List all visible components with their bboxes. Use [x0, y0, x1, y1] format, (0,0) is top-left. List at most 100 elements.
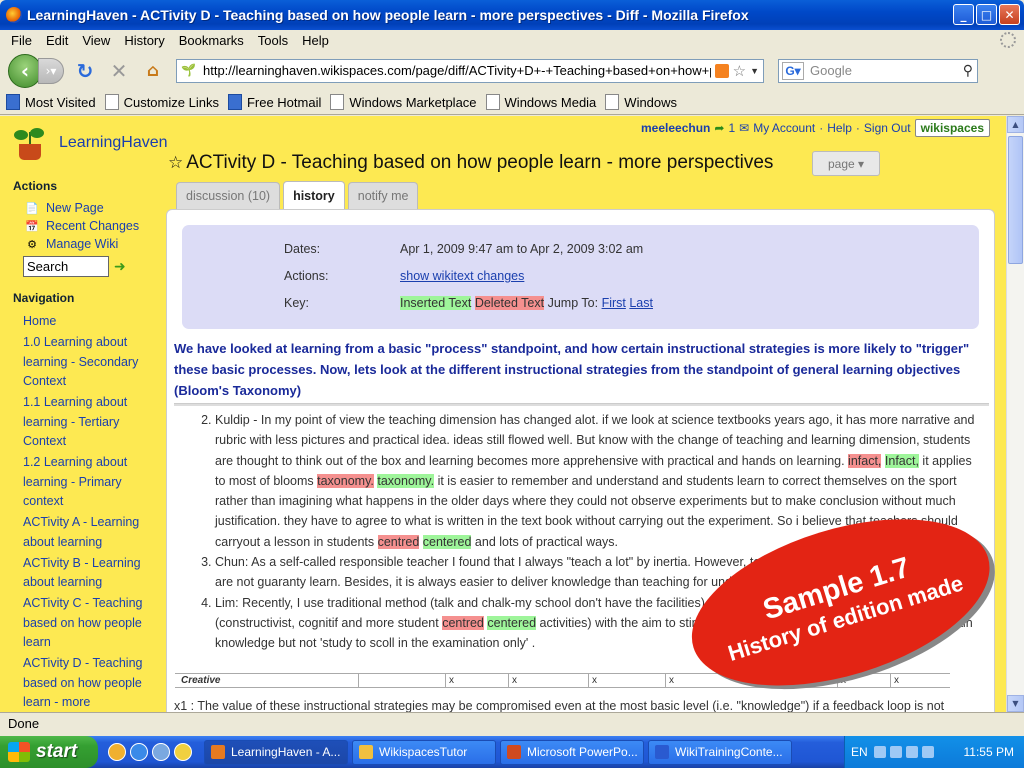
gear-icon: ⚙ [27, 238, 37, 251]
bookmark-most-visited[interactable]: Most Visited [6, 94, 96, 110]
search-go-arrow-icon[interactable]: ➜ [114, 259, 126, 275]
reload-icon[interactable]: ↻ [72, 58, 98, 84]
rss-feed-icon[interactable] [714, 63, 729, 78]
manage-wiki-link[interactable]: Manage Wiki [46, 237, 118, 251]
page-title: ☆ ACTivity D - Teaching based on how peo… [168, 152, 774, 173]
bookmark-free-hotmail[interactable]: Free Hotmail [227, 94, 321, 110]
sidebar-search-input[interactable]: Search [23, 256, 109, 277]
nav-item-activity-c[interactable]: ACTivity C - Teaching based on how peopl… [19, 594, 159, 653]
menu-bookmarks[interactable]: Bookmarks [172, 33, 251, 48]
tab-discussion[interactable]: discussion (10) [176, 182, 281, 209]
menu-file[interactable]: File [4, 33, 39, 48]
language-indicator[interactable]: EN [851, 745, 868, 759]
actions-label: Actions: [284, 269, 329, 283]
task-wikitraining[interactable]: WikiTrainingConte... [648, 739, 792, 765]
ie-icon[interactable] [130, 743, 148, 761]
wikispaces-badge[interactable]: wikispaces [914, 119, 990, 137]
bookmark-customize-links[interactable]: Customize Links [104, 94, 219, 110]
bookmark-windows[interactable]: Windows [605, 94, 677, 110]
desktop-icon[interactable] [152, 743, 170, 761]
scroll-down-arrow-icon[interactable]: ▼ [1007, 695, 1024, 712]
menu-edit[interactable]: Edit [39, 33, 75, 48]
menu-history[interactable]: History [117, 33, 171, 48]
home-icon[interactable]: ⌂ [140, 58, 166, 84]
scroll-up-arrow-icon[interactable]: ▲ [1007, 116, 1024, 133]
task-wikispacestutor[interactable]: WikispacesTutor [352, 739, 496, 765]
google-engine-icon[interactable]: G▾ [782, 61, 804, 80]
tab-history[interactable]: history [283, 181, 345, 210]
mail-icon[interactable]: ✉ [739, 121, 749, 135]
nav-item-1-0[interactable]: 1.0 Learning about learning - Secondary … [19, 333, 159, 392]
url-bar[interactable]: 🌱 http://learninghaven.wikispaces.com/pa… [176, 58, 764, 83]
tray-icon[interactable] [905, 746, 918, 758]
nav-item-1-1[interactable]: 1.1 Learning about learning - Tertiary C… [19, 393, 159, 452]
jump-last-link[interactable]: Last [629, 296, 653, 310]
tab-notify-me[interactable]: notify me [347, 182, 419, 209]
tray-icon[interactable] [889, 746, 902, 758]
page-icon [485, 94, 500, 110]
username-link[interactable]: meeleechun [641, 121, 710, 135]
deleted-text: centred [442, 615, 484, 630]
deleted-text: infact, [848, 453, 882, 468]
jump-first-link[interactable]: First [602, 296, 626, 310]
task-powerpoint[interactable]: Microsoft PowerPo... [500, 739, 644, 765]
url-text[interactable]: http://learninghaven.wikispaces.com/page… [203, 63, 711, 78]
scrollbar-thumb[interactable] [1008, 136, 1023, 264]
site-name[interactable]: LearningHaven [59, 134, 168, 152]
nav-item-activity-d[interactable]: ACTivity D - Teaching based on how peopl… [19, 654, 159, 712]
show-wikitext-changes-link[interactable]: show wikitext changes [400, 269, 524, 283]
my-account-link[interactable]: My Account [753, 121, 815, 135]
magnifier-icon[interactable]: ⚲ [963, 62, 973, 79]
message-count[interactable]: 1 [728, 121, 735, 135]
maximize-button[interactable]: □ [976, 4, 997, 25]
windows-taskbar: start LearningHaven - A... WikispacesTut… [0, 736, 1024, 768]
status-text: Done [8, 716, 40, 731]
start-button[interactable]: start [0, 736, 98, 768]
new-page-link[interactable]: New Page [46, 201, 104, 215]
recent-changes-link[interactable]: Recent Changes [46, 219, 139, 233]
menu-tools[interactable]: Tools [251, 33, 295, 48]
favorite-star-icon[interactable]: ☆ [168, 153, 183, 173]
nav-item-1-2[interactable]: 1.2 Learning about learning - Primary co… [19, 453, 159, 512]
search-placeholder[interactable]: Google [810, 63, 852, 78]
url-dropdown-icon[interactable]: ▼ [750, 66, 759, 76]
chrome-icon[interactable] [108, 743, 126, 761]
windows-flag-icon [8, 742, 30, 762]
nav-item-activity-a[interactable]: ACTivity A - Learning about learning [19, 513, 159, 552]
key-label: Key: [284, 296, 310, 310]
menu-help[interactable]: Help [295, 33, 336, 48]
msn-icon [227, 94, 242, 110]
tray-icon[interactable] [873, 746, 886, 758]
back-arrow-icon: ‹ [20, 58, 30, 83]
bookmark-windows-media[interactable]: Windows Media [485, 94, 596, 110]
forward-button[interactable]: ›▾ [38, 57, 64, 84]
menu-view[interactable]: View [75, 33, 117, 48]
bookmark-windows-marketplace[interactable]: Windows Marketplace [330, 94, 477, 110]
stop-icon[interactable]: ✕ [106, 58, 132, 84]
sign-out-link[interactable]: Sign Out [864, 121, 911, 135]
window-title-bar[interactable]: LearningHaven - ACTivity D - Teaching ba… [0, 0, 1024, 30]
help-link[interactable]: Help [827, 121, 852, 135]
bookmarks-toolbar: Most Visited Customize Links Free Hotmai… [0, 90, 1024, 115]
page-menu-button[interactable]: page ▾ [812, 151, 880, 176]
search-engine-box[interactable]: G▾ Google ⚲ [778, 58, 978, 83]
back-button[interactable]: ‹ [8, 53, 42, 88]
share-arrow-icon[interactable]: ➦ [714, 121, 724, 135]
bookmark-star-icon[interactable]: ☆ [733, 62, 746, 80]
dates-value: Apr 1, 2009 9:47 am to Apr 2, 2009 3:02 … [400, 242, 644, 256]
task-learninghaven[interactable]: LearningHaven - A... [204, 739, 348, 765]
site-logo-icon[interactable] [14, 126, 46, 162]
nav-item-home[interactable]: Home [19, 312, 159, 332]
minimize-button[interactable]: _ [953, 4, 974, 25]
clock[interactable]: 11:55 PM [964, 745, 1014, 759]
inserted-text: centered [422, 534, 472, 549]
actions-heading: Actions [13, 179, 58, 193]
bookmark-folder-icon [6, 94, 20, 110]
divider [174, 403, 989, 406]
folder-icon [359, 745, 373, 759]
close-button[interactable]: ✕ [999, 4, 1020, 25]
tray-icon[interactable] [921, 746, 934, 758]
page-icon [330, 94, 345, 110]
media-player-icon[interactable] [174, 743, 192, 761]
nav-item-activity-b[interactable]: ACTivity B - Learning about learning [19, 554, 159, 593]
